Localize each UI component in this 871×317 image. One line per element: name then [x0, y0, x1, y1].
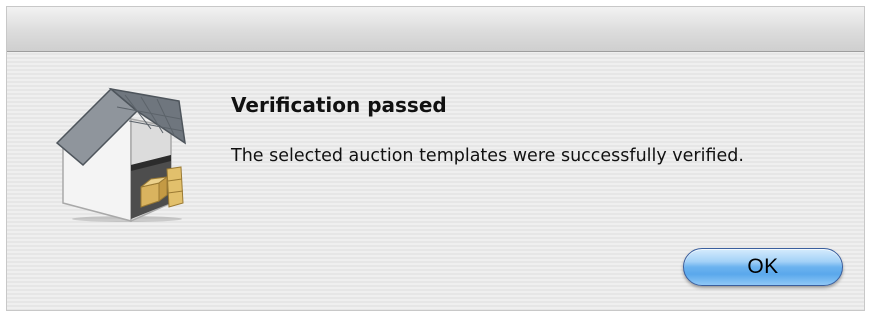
window-titlebar[interactable] — [7, 7, 864, 52]
alert-dialog: Verification passed The selected auction… — [6, 6, 865, 311]
ok-button-label: OK — [747, 255, 779, 278]
dialog-message: The selected auction templates were succ… — [231, 146, 744, 166]
warehouse-app-icon — [55, 83, 189, 223]
ok-button[interactable]: OK — [683, 248, 843, 286]
dialog-title: Verification passed — [231, 93, 447, 117]
